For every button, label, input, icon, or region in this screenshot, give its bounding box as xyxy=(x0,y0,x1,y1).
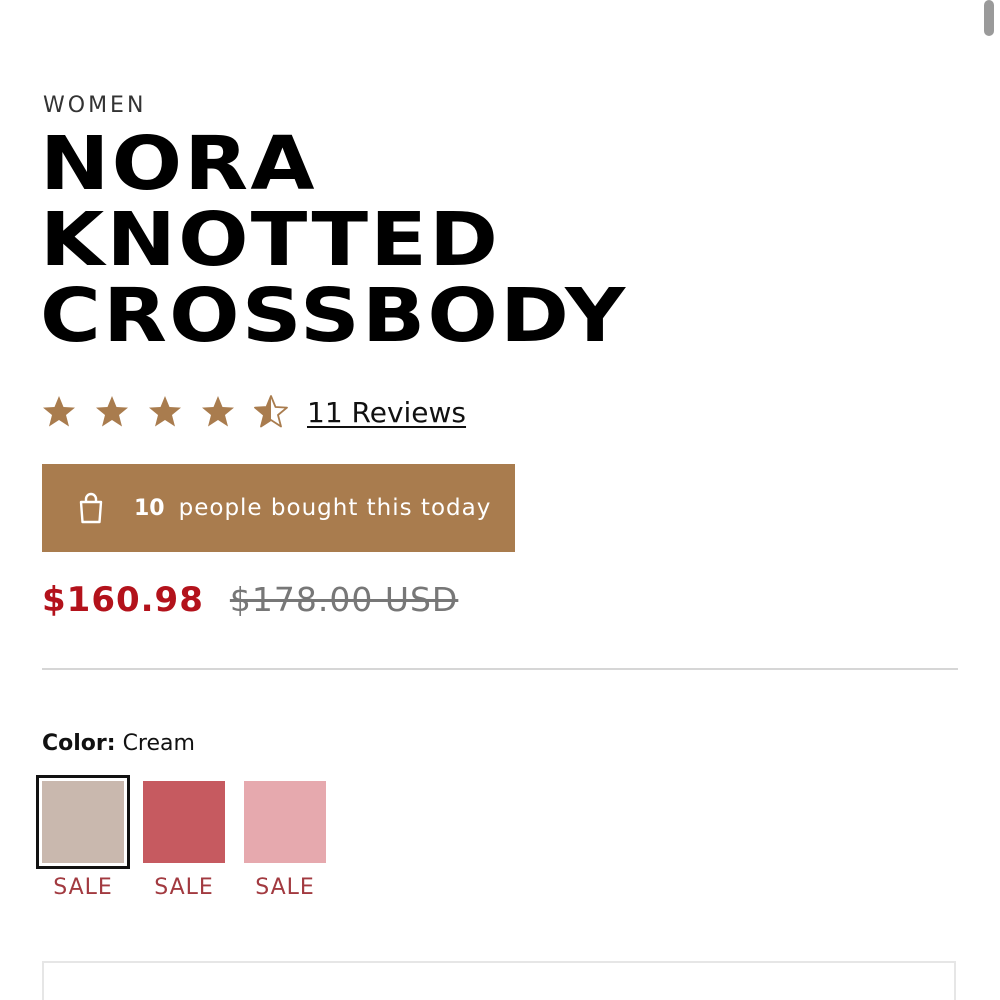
color-swatches: SALE SALE SALE xyxy=(36,775,339,900)
product-category: WOMEN xyxy=(43,93,147,118)
swatch-color-chip xyxy=(42,781,124,863)
shopping-bag-icon xyxy=(79,492,103,524)
bought-text: people bought this today xyxy=(178,495,492,521)
star-half-icon xyxy=(254,395,288,428)
original-price: $178.00 USD xyxy=(229,580,459,619)
star-full-icon xyxy=(96,396,128,427)
reviews-link[interactable]: 11 Reviews xyxy=(307,396,466,429)
product-title-line: NORA xyxy=(40,121,317,207)
price-block: $160.98 $178.00 USD xyxy=(42,580,458,620)
sale-tag: SALE xyxy=(154,875,214,900)
swatch-item: SALE xyxy=(137,775,231,900)
product-title-line: CROSSBODY xyxy=(40,273,628,359)
sale-tag: SALE xyxy=(255,875,315,900)
star-full-icon xyxy=(202,396,234,427)
color-label-key: Color: xyxy=(42,731,116,756)
product-title: NORA KNOTTED CROSSBODY xyxy=(40,126,627,354)
bought-count: 10 xyxy=(134,495,165,521)
swatch-cream[interactable] xyxy=(36,775,130,869)
swatch-item: SALE xyxy=(238,775,332,900)
swatch-item: SALE xyxy=(36,775,130,900)
swatch-color-chip xyxy=(244,781,326,863)
page-scrollbar[interactable] xyxy=(984,0,994,36)
swatch-red[interactable] xyxy=(137,775,231,869)
swatch-color-chip xyxy=(143,781,225,863)
next-section-box xyxy=(42,961,956,1000)
sale-price: $160.98 xyxy=(42,580,204,620)
star-full-icon xyxy=(149,396,181,427)
selected-color-value: Cream xyxy=(122,731,195,756)
bought-today-banner: 10 people bought this today xyxy=(42,464,515,552)
divider xyxy=(42,668,958,670)
star-full-icon xyxy=(43,396,75,427)
rating-stars xyxy=(40,393,305,431)
swatch-pink[interactable] xyxy=(238,775,332,869)
sale-tag: SALE xyxy=(53,875,113,900)
product-title-line: KNOTTED xyxy=(40,197,501,283)
color-label: Color: Cream xyxy=(42,731,195,756)
product-rating: 11 Reviews xyxy=(40,393,466,431)
